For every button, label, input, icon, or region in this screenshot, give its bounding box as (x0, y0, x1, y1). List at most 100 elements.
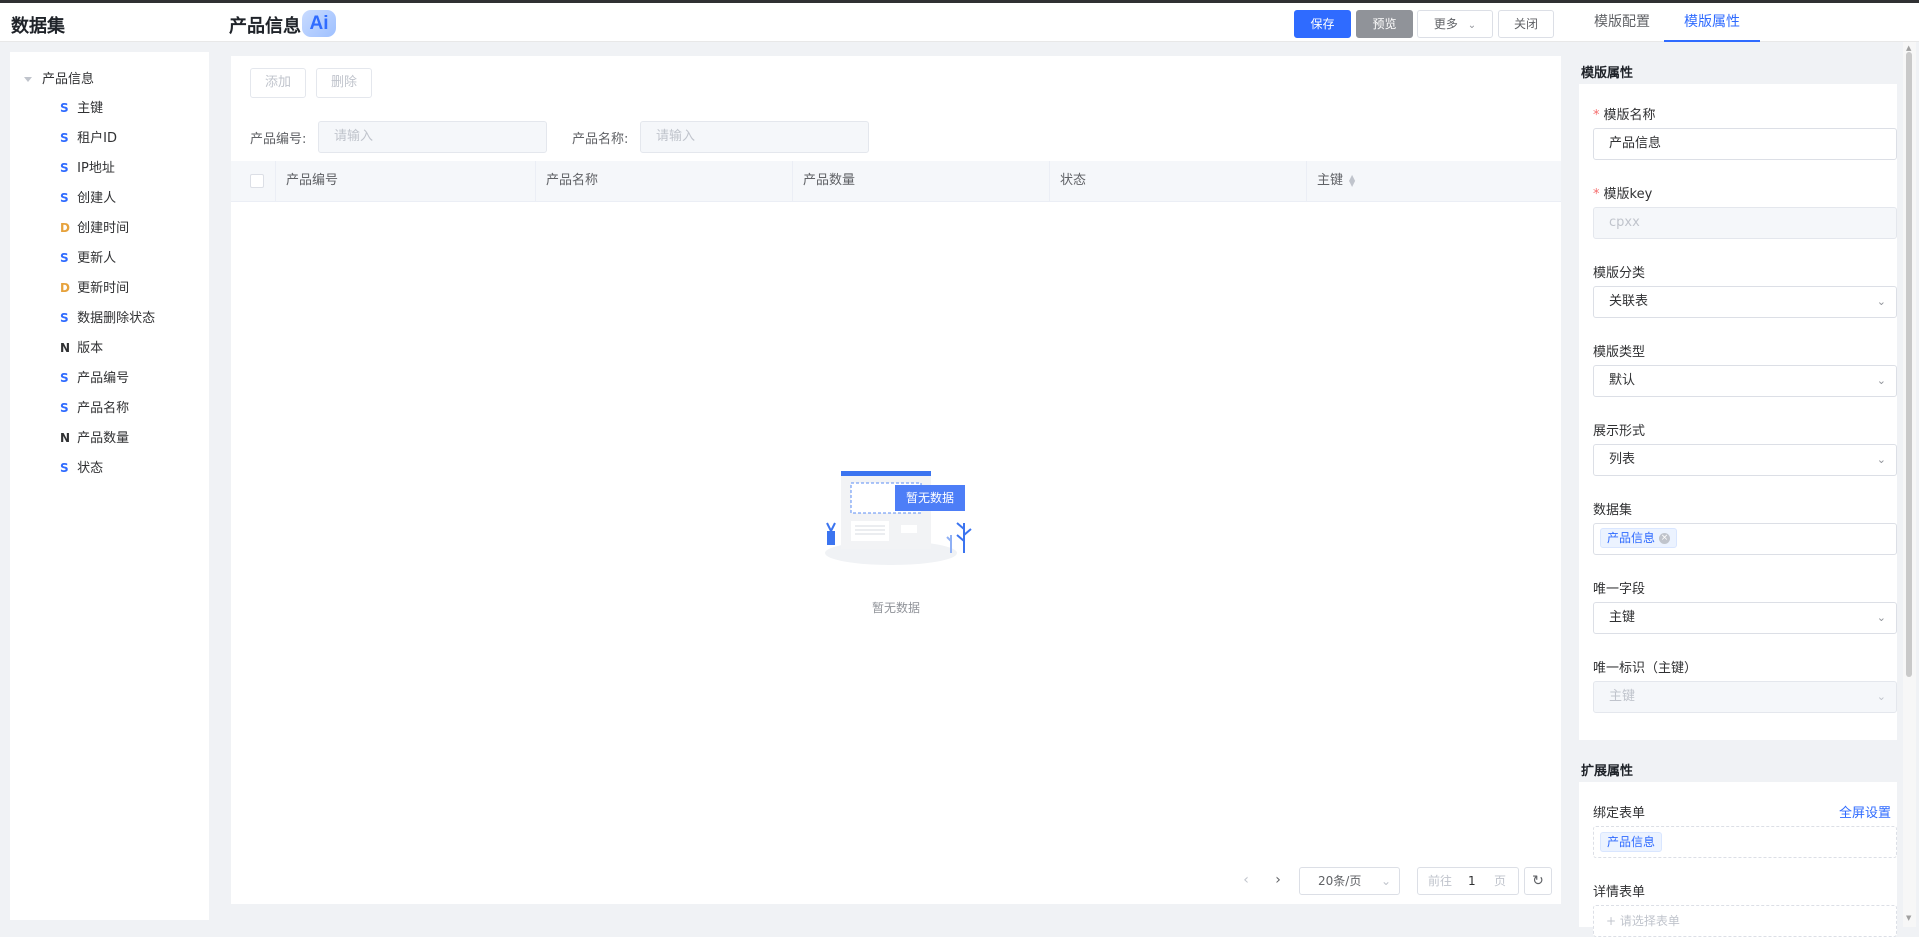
add-button[interactable]: 添加 (250, 68, 306, 98)
chevron-down-icon: ⌄ (1876, 611, 1886, 624)
tree-item[interactable]: S 数据删除状态 (60, 307, 155, 327)
type-indicator: N (60, 431, 71, 445)
chevron-down-icon: ⌄ (1380, 874, 1391, 888)
fullscreen-settings-link[interactable]: 全屏设置 (1839, 802, 1891, 821)
tree-item[interactable]: S IP地址 (60, 157, 115, 177)
dataset-field-tree: 产品信息 S 主键 S 租户ID S IP地址 S 创建人 D 创建时间 S 更… (10, 52, 209, 920)
tree-item[interactable]: N 产品数量 (60, 427, 129, 447)
tree-root-node[interactable]: 产品信息 (24, 68, 94, 87)
template-type-value: 默认 (1609, 373, 1636, 388)
dataset-panel-title: 数据集 (11, 16, 65, 37)
template-category-select[interactable]: 关联表 ⌄ (1593, 286, 1897, 318)
template-props-section-title: 模版属性 (1581, 66, 1634, 81)
template-key-input: cpxx (1593, 207, 1897, 239)
more-dropdown-button[interactable]: 更多 ⌄ (1417, 10, 1493, 38)
type-indicator: S (60, 191, 69, 205)
type-indicator: S (60, 101, 69, 115)
template-properties-panel: 模版属性 * 模版名称 产品信息 * 模版key cpxx 模版分类 关联表 ⌄ 模… (1573, 52, 1918, 937)
page-jump-input[interactable]: 前往 1 页 (1417, 867, 1519, 895)
display-form-value: 列表 (1609, 452, 1636, 467)
column-header[interactable]: 产品数量 (793, 161, 1050, 201)
tree-item[interactable]: N 版本 (60, 337, 103, 357)
tree-item-label: 版本 (77, 341, 104, 356)
unique-field-select[interactable]: 主键 ⌄ (1593, 602, 1897, 634)
save-button[interactable]: 保存 (1294, 10, 1351, 38)
tree-item[interactable]: S 主键 (60, 97, 103, 117)
template-name-input[interactable]: 产品信息 (1593, 128, 1897, 160)
type-indicator: S (60, 401, 69, 415)
bind-form-select[interactable]: 产品信息 (1593, 826, 1897, 858)
tree-item-label: 数据删除状态 (77, 311, 156, 326)
scroll-down-arrow-icon[interactable]: ▼ (1906, 914, 1911, 922)
caret-down-icon[interactable] (24, 77, 32, 82)
scroll-up-arrow-icon[interactable]: ▲ (1906, 44, 1911, 52)
column-header-sortable[interactable]: 主键 ▲ ▼ (1307, 161, 1561, 201)
next-page-icon[interactable]: › (1267, 869, 1289, 891)
product-name-input[interactable]: 请输入 (640, 121, 869, 153)
tree-item[interactable]: S 产品编号 (60, 367, 129, 387)
page-size-select[interactable]: 20条/页 ⌄ (1299, 867, 1400, 895)
required-mark: * (1593, 187, 1600, 202)
tab-template-props[interactable]: 模版属性 (1664, 3, 1760, 42)
type-indicator: S (60, 161, 69, 175)
tab-template-config[interactable]: 模版配置 (1572, 3, 1672, 42)
unique-id-select: 主键 ⌄ (1593, 681, 1897, 713)
goto-page-number: 1 (1468, 874, 1476, 888)
more-label: 更多 (1433, 17, 1458, 31)
ai-assistant-button[interactable]: Ai (302, 10, 336, 37)
detail-form-select[interactable]: + 请选择表单 (1593, 905, 1897, 937)
goto-prefix: 前往 (1428, 874, 1453, 888)
template-category-label: 模版分类 (1593, 266, 1646, 281)
chevron-down-icon: ⌄ (1876, 453, 1886, 466)
right-panel-scrollbar-thumb[interactable] (1906, 52, 1912, 677)
refresh-icon[interactable]: ↻ (1524, 867, 1552, 895)
tree-item-label: 产品编号 (77, 371, 130, 386)
display-form-select[interactable]: 列表 ⌄ (1593, 444, 1897, 476)
dataset-select[interactable]: 产品信息 × (1593, 523, 1897, 555)
table-preview-panel: 添加 删除 产品编号: 请输入 产品名称: 请输入 产品编号 产品名称 产品数量… (231, 56, 1561, 904)
dataset-label: 数据集 (1593, 503, 1633, 518)
top-bar: 数据集 产品信息 Ai 保存 预览 更多 ⌄ 关闭 模版配置 模版属性 (0, 0, 1919, 42)
required-mark: * (1593, 108, 1600, 123)
prev-page-icon[interactable]: ‹ (1235, 869, 1257, 891)
sort-icon[interactable]: ▲ ▼ (1349, 173, 1355, 187)
tree-item[interactable]: S 创建人 (60, 187, 116, 207)
column-header[interactable]: 产品名称 (536, 161, 793, 201)
filter-label-product-name: 产品名称: (572, 132, 629, 147)
select-all-checkbox[interactable] (250, 174, 264, 188)
tree-item-label: 创建时间 (77, 221, 130, 236)
tree-item-label: 产品数量 (77, 431, 130, 446)
template-key-label: * 模版key (1593, 183, 1652, 202)
tree-item-label: IP地址 (77, 161, 115, 176)
tree-item[interactable]: D 创建时间 (60, 217, 129, 237)
page-title: 产品信息 (229, 16, 301, 37)
type-indicator: S (60, 251, 69, 265)
tree-item-label: 产品名称 (77, 401, 130, 416)
close-icon[interactable]: × (1659, 533, 1671, 544)
empty-badge: 暂无数据 (895, 485, 965, 511)
tree-item[interactable]: D 更新时间 (60, 277, 129, 297)
column-header[interactable]: 产品编号 (276, 161, 536, 201)
tree-item-label: 更新时间 (77, 281, 130, 296)
preview-button[interactable]: 预览 (1356, 10, 1413, 38)
chevron-down-icon: ⌄ (1467, 20, 1477, 31)
column-header[interactable]: 状态 (1050, 161, 1307, 201)
display-form-label: 展示形式 (1593, 424, 1646, 439)
tree-item[interactable]: S 更新人 (60, 247, 116, 267)
unique-field-label: 唯一字段 (1593, 582, 1646, 597)
template-type-select[interactable]: 默认 ⌄ (1593, 365, 1897, 397)
delete-button[interactable]: 删除 (316, 68, 372, 98)
tree-item[interactable]: S 产品名称 (60, 397, 129, 417)
chevron-down-icon: ⌄ (1876, 690, 1886, 703)
page-size-value: 20条/页 (1318, 874, 1362, 888)
detail-form-placeholder: 请选择表单 (1619, 914, 1680, 928)
filter-label-product-code: 产品编号: (250, 132, 307, 147)
chevron-down-icon: ⌄ (1876, 295, 1886, 308)
tree-item[interactable]: S 租户ID (60, 127, 117, 147)
tree-item[interactable]: S 状态 (60, 457, 103, 477)
close-button[interactable]: 关闭 (1498, 10, 1554, 38)
extension-props-card: 绑定表单 全屏设置 产品信息 详情表单 + 请选择表单 (1579, 782, 1897, 937)
product-code-input[interactable]: 请输入 (318, 121, 547, 153)
table-header: 产品编号 产品名称 产品数量 状态 主键 ▲ ▼ (231, 161, 1561, 202)
tree-item-label: 租户ID (77, 131, 117, 146)
